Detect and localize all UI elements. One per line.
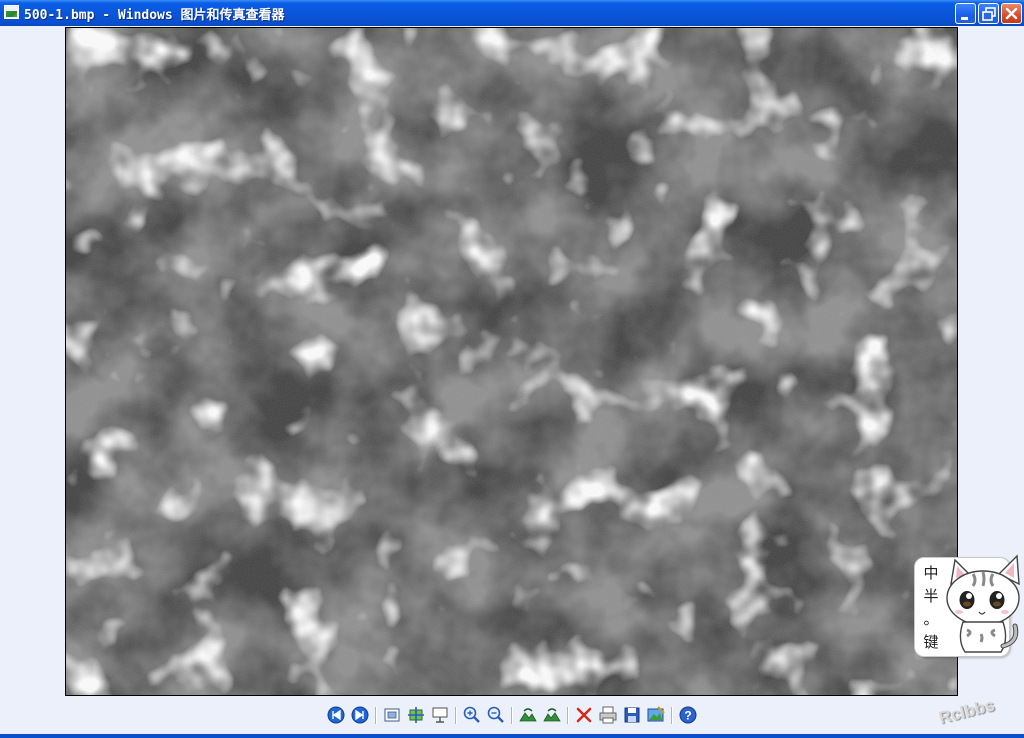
- actual-size-button[interactable]: [406, 705, 426, 725]
- toolbar-separator: [455, 707, 457, 724]
- minimize-button[interactable]: [955, 3, 976, 24]
- actual-size-icon: [408, 707, 424, 723]
- help-button[interactable]: ?: [678, 705, 698, 725]
- micrograph-canvas: [66, 28, 957, 695]
- window-title: 500-1.bmp - Windows 图片和传真查看器: [24, 8, 285, 23]
- rotate-clockwise-icon: [519, 708, 537, 722]
- zoom-in-icon: [463, 706, 480, 723]
- next-image-button[interactable]: [350, 705, 370, 725]
- zoom-in-button[interactable]: [462, 705, 482, 725]
- delete-icon: [576, 707, 592, 723]
- zoom-out-icon: [487, 706, 504, 723]
- minimize-icon: [961, 17, 968, 20]
- title-bar[interactable]: 500-1.bmp - Windows 图片和传真查看器: [0, 0, 1024, 26]
- previous-image-button[interactable]: [326, 705, 346, 725]
- best-fit-button[interactable]: [382, 705, 402, 725]
- slideshow-icon: [432, 707, 448, 723]
- close-button[interactable]: [1001, 3, 1022, 24]
- rotate-counterclockwise-button[interactable]: [542, 705, 562, 725]
- svg-text:?: ?: [684, 709, 691, 723]
- help-icon: ?: [679, 706, 697, 724]
- restore-icon: [982, 7, 996, 21]
- zoom-out-button[interactable]: [486, 705, 506, 725]
- toolbar-separator: [671, 707, 673, 724]
- cat-icon: [946, 554, 1020, 653]
- photo-icon: [4, 5, 19, 19]
- toolbar-separator: [567, 707, 569, 724]
- viewer-toolbar: ?: [0, 702, 1024, 730]
- cat-sticker: 中 半 。 键: [914, 554, 1020, 657]
- slideshow-button[interactable]: [430, 705, 450, 725]
- restore-button[interactable]: [978, 3, 999, 24]
- edit-icon: [647, 706, 665, 722]
- window-bottom-border: [0, 734, 1024, 738]
- rotate-counterclockwise-icon: [543, 708, 561, 722]
- open-editor-button[interactable]: [646, 705, 666, 725]
- micrograph-image[interactable]: [65, 27, 958, 696]
- best-fit-icon: [384, 708, 400, 722]
- delete-button[interactable]: [574, 705, 594, 725]
- save-button[interactable]: [622, 705, 642, 725]
- previous-icon: [327, 706, 345, 724]
- save-icon: [624, 707, 640, 723]
- toolbar-separator: [375, 707, 377, 724]
- print-button[interactable]: [598, 705, 618, 725]
- print-icon: [599, 706, 617, 724]
- rotate-clockwise-button[interactable]: [518, 705, 538, 725]
- toolbar-separator: [511, 707, 513, 724]
- next-icon: [351, 706, 369, 724]
- close-icon: [1005, 7, 1018, 20]
